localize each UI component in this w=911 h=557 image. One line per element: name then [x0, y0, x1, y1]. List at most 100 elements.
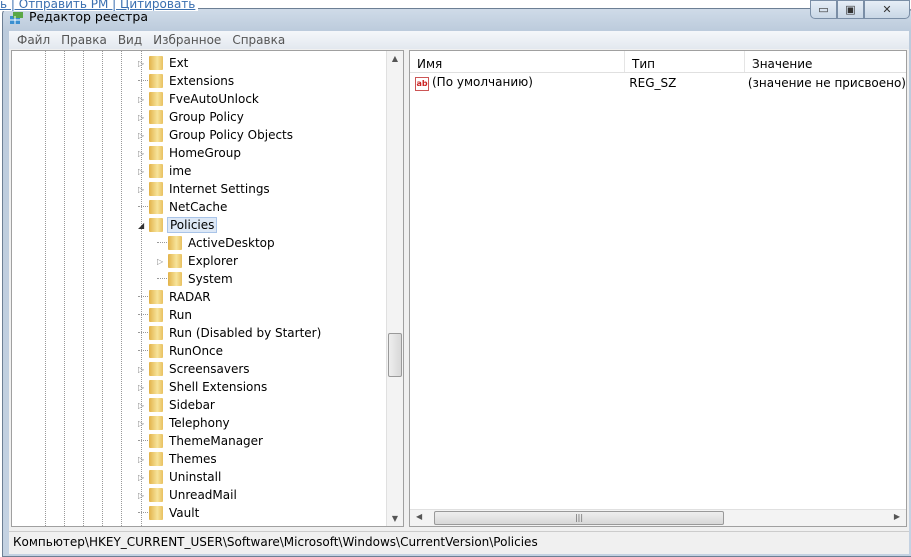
folder-icon [149, 56, 163, 70]
tree-item[interactable]: ▷ FveAutoUnlock [12, 90, 382, 108]
expand-arrow-icon[interactable]: ▷ [138, 455, 146, 464]
registry-editor-icon [10, 12, 23, 24]
tree-item[interactable]: ▷ Telephony [12, 414, 382, 432]
tree-item[interactable]: ▷ Screensavers [12, 360, 382, 378]
folder-icon [149, 434, 163, 448]
tree-item[interactable]: ◢ Policies [12, 216, 382, 234]
tree-item-label: Internet Settings [169, 182, 270, 196]
tree-item-label: ime [169, 164, 192, 178]
expand-arrow-icon[interactable]: ▷ [138, 365, 146, 374]
tree-connector [138, 198, 148, 207]
scroll-left-arrow-icon[interactable]: ◀ [416, 512, 422, 521]
menu-favorites[interactable]: Избранное [149, 31, 228, 49]
collapse-arrow-icon[interactable]: ◢ [138, 221, 146, 230]
tree-item[interactable]: System [12, 270, 382, 288]
expand-arrow-icon[interactable]: ▷ [138, 473, 146, 482]
tree-item[interactable]: ▷ Shell Extensions [12, 378, 382, 396]
tree-item[interactable]: ▷ Uninstall [12, 468, 382, 486]
expand-arrow-icon[interactable]: ▷ [138, 59, 146, 68]
column-value[interactable]: Значение [745, 51, 906, 72]
maximize-button[interactable]: ▣ [837, 0, 864, 19]
tree-item[interactable]: ▷ Internet Settings [12, 180, 382, 198]
tree-connector [157, 270, 167, 279]
scroll-down-arrow-icon[interactable]: ▼ [387, 514, 403, 523]
value-name: (По умолчанию) [432, 75, 533, 89]
folder-icon [149, 290, 163, 304]
folder-icon [149, 146, 163, 160]
tree-item-label: Telephony [169, 416, 230, 430]
tree-item-label: Run [169, 308, 193, 322]
close-button[interactable]: ✕ [864, 0, 910, 19]
tree-item[interactable]: NetCache [12, 198, 382, 216]
tree-item[interactable]: ActiveDesktop [12, 234, 382, 252]
folder-icon [149, 380, 163, 394]
tree-item-label: Group Policy [169, 110, 244, 124]
list-scroll-thumb[interactable]: ||| [434, 511, 724, 525]
tree-connector [138, 288, 148, 297]
tree-vertical-scrollbar[interactable]: ▲ ▼ [386, 51, 403, 526]
folder-icon [168, 272, 182, 286]
tree-item-label: Shell Extensions [169, 380, 268, 394]
folder-icon [149, 200, 163, 214]
tree-item[interactable]: ▷ Group Policy [12, 108, 382, 126]
list-header: Имя Тип Значение [410, 51, 906, 73]
expand-arrow-icon[interactable]: ▷ [138, 419, 146, 428]
tree-item[interactable]: ▷ Themes [12, 450, 382, 468]
expand-arrow-icon[interactable]: ▷ [138, 185, 146, 194]
list-horizontal-scrollbar[interactable]: ◀ ||| ▶ [410, 509, 906, 526]
status-bar-path: Компьютер\HKEY_CURRENT_USER\Software\Mic… [9, 531, 909, 551]
tree-item[interactable]: RADAR [12, 288, 382, 306]
menu-view[interactable]: Вид [114, 31, 149, 49]
expand-arrow-icon[interactable]: ▷ [138, 401, 146, 410]
tree-item-label: Themes [169, 452, 217, 466]
expand-arrow-icon[interactable]: ▷ [138, 149, 146, 158]
folder-icon [149, 326, 163, 340]
value-row[interactable]: ab (По умолчанию) REG_SZ (значение не при… [410, 73, 906, 93]
expand-arrow-icon[interactable]: ▷ [138, 113, 146, 122]
values-list[interactable]: Имя Тип Значение ab (По умолчанию) REG_SZ… [409, 50, 907, 527]
tree-item[interactable]: ▷ Explorer [12, 252, 382, 270]
folder-icon [149, 362, 163, 376]
tree-connector [157, 234, 167, 243]
scroll-right-arrow-icon[interactable]: ▶ [894, 512, 900, 521]
tree-item[interactable]: ▷ Ext [12, 54, 382, 72]
tree-item-label: Explorer [188, 254, 238, 268]
tree-item[interactable]: ▷ Sidebar [12, 396, 382, 414]
tree-item[interactable]: Extensions [12, 72, 382, 90]
menu-file[interactable]: Файл [13, 31, 57, 49]
folder-icon [168, 236, 182, 250]
tree-item[interactable]: ▷ Group Policy Objects [12, 126, 382, 144]
expand-arrow-icon[interactable]: ▷ [138, 131, 146, 140]
tree-item[interactable]: ▷ ime [12, 162, 382, 180]
tree-item[interactable]: Run [12, 306, 382, 324]
folder-icon [149, 110, 163, 124]
tree-item-label: Sidebar [169, 398, 215, 412]
column-type[interactable]: Тип [625, 51, 745, 72]
folder-icon [149, 416, 163, 430]
expand-arrow-icon[interactable]: ▷ [157, 257, 165, 266]
tree-scroll-thumb[interactable] [388, 333, 402, 377]
tree-item[interactable]: Vault [12, 504, 382, 522]
expand-arrow-icon[interactable]: ▷ [138, 383, 146, 392]
value-data: (значение не присвоено) [747, 76, 906, 90]
registry-tree[interactable]: ▷ Ext Extensions ▷ FveAutoUnlock ▷ Group Polic… [11, 50, 404, 527]
folder-icon [149, 470, 163, 484]
column-name[interactable]: Имя [410, 51, 625, 72]
expand-arrow-icon[interactable]: ▷ [138, 167, 146, 176]
tree-item-label: Vault [169, 506, 200, 520]
tree-item[interactable]: Run (Disabled by Starter) [12, 324, 382, 342]
tree-item[interactable]: ThemeManager [12, 432, 382, 450]
tree-item-label: Ext [169, 56, 189, 70]
background-links[interactable]: ь | Отправить PM | Цитировать [0, 0, 199, 11]
folder-icon [149, 74, 163, 88]
expand-arrow-icon[interactable]: ▷ [138, 95, 146, 104]
scroll-up-arrow-icon[interactable]: ▲ [387, 54, 403, 63]
minimize-button[interactable]: ▭ [810, 0, 837, 19]
menu-help[interactable]: Справка [228, 31, 292, 49]
menu-edit[interactable]: Правка [57, 31, 114, 49]
menu-bar: Файл Правка Вид Избранное Справка [9, 31, 909, 49]
tree-item[interactable]: ▷ HomeGroup [12, 144, 382, 162]
tree-item[interactable]: ▷ UnreadMail [12, 486, 382, 504]
expand-arrow-icon[interactable]: ▷ [138, 491, 146, 500]
tree-item[interactable]: RunOnce [12, 342, 382, 360]
